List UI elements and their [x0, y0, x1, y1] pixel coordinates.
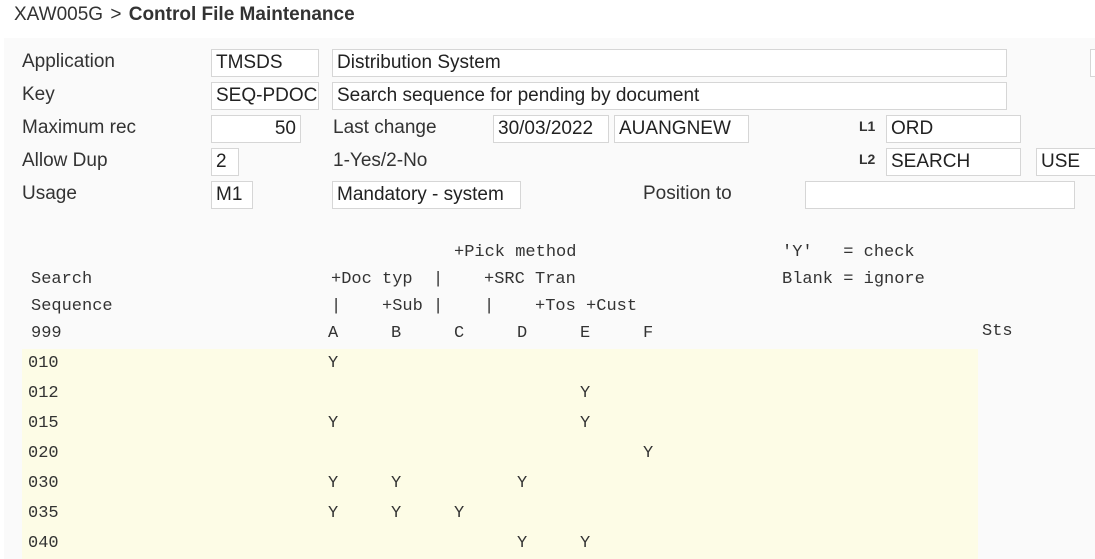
col-e-header: E [580, 324, 591, 343]
allowdup-hint: 1-Yes/2-No [333, 150, 428, 171]
application-extra-field[interactable] [1090, 49, 1095, 77]
table-row[interactable]: 035 Y Y Y [22, 499, 978, 529]
allowdup-field[interactable]: 2 [211, 148, 239, 176]
col-c-header: C [454, 324, 465, 343]
usage-label: Usage [22, 183, 77, 204]
lastchange-label: Last change [333, 117, 437, 138]
flag-cell-e[interactable]: Y [580, 529, 590, 559]
l1-field[interactable]: ORD [886, 115, 1021, 143]
page-title: Control File Maintenance [128, 4, 355, 25]
table-row[interactable]: 012 Y [22, 379, 978, 409]
table-row[interactable]: 020 Y [22, 439, 978, 469]
flag-cell-e[interactable]: Y [580, 409, 590, 439]
l2-label: L2 [859, 151, 876, 167]
search-header: Search [31, 270, 93, 289]
col-b-header: B [391, 324, 402, 343]
allowdup-label: Allow Dup [22, 150, 108, 171]
usage-desc-field[interactable]: Mandatory - system [332, 181, 521, 209]
table-row[interactable]: 015 Y Y [22, 409, 978, 439]
table-row[interactable]: 010 Y [22, 349, 978, 379]
flag-cell-d[interactable]: Y [517, 529, 527, 559]
l1-label: L1 [859, 118, 876, 134]
col-a-header: A [328, 324, 339, 343]
col-f-header: F [643, 324, 654, 343]
usage-field[interactable]: M1 [211, 181, 253, 209]
breadcrumb-separator: > [110, 4, 122, 25]
sts-header: Sts [982, 322, 1013, 341]
sequence-cell[interactable]: 010 [28, 349, 59, 379]
legend-check: 'Y' = check [782, 243, 915, 262]
sequence-cell[interactable]: 015 [28, 409, 59, 439]
application-desc-field[interactable]: Distribution System [332, 49, 1007, 77]
pick-method-header: +Pick method [454, 243, 577, 262]
position-field[interactable] [805, 181, 1075, 209]
table-row[interactable]: 030 Y Y Y [22, 469, 978, 499]
table-row[interactable]: 040 Y Y [22, 529, 978, 559]
sequence-header: Sequence [31, 297, 113, 316]
flag-cell-a[interactable]: Y [328, 349, 338, 379]
sequence-cell[interactable]: 040 [28, 529, 59, 559]
flag-cell-a[interactable]: Y [328, 469, 338, 499]
doctyp-header: +Doc typ | +SRC Tran [331, 270, 576, 289]
key-field[interactable]: SEQ-PDOC [211, 82, 319, 110]
flag-cell-e[interactable]: Y [580, 379, 590, 409]
key-label: Key [22, 84, 55, 105]
breadcrumb-program[interactable]: XAW005G [14, 4, 103, 25]
maxrec-label: Maximum rec [22, 117, 137, 138]
l2-extra-field[interactable]: USE [1036, 148, 1095, 176]
flag-cell-c[interactable]: Y [454, 499, 464, 529]
breadcrumb: XAW005G > Control File Maintenance [14, 4, 355, 26]
sequence-cell[interactable]: 020 [28, 439, 59, 469]
maxrec-field[interactable]: 50 [211, 115, 301, 143]
application-code-field[interactable]: TMSDS [211, 49, 319, 77]
flag-cell-a[interactable]: Y [328, 499, 338, 529]
l2-field[interactable]: SEARCH [886, 148, 1021, 176]
sequence-cell[interactable]: 012 [28, 379, 59, 409]
position-label: Position to [643, 183, 732, 204]
sequence-cell[interactable]: 035 [28, 499, 59, 529]
key-desc-field[interactable]: Search sequence for pending by document [332, 82, 1007, 110]
legend-ignore: Blank = ignore [782, 270, 925, 289]
application-label: Application [22, 51, 115, 72]
flag-cell-b[interactable]: Y [391, 499, 401, 529]
flag-cell-f[interactable]: Y [643, 439, 653, 469]
flag-cell-a[interactable]: Y [328, 409, 338, 439]
flag-cell-d[interactable]: Y [517, 469, 527, 499]
col-d-header: D [517, 324, 528, 343]
sequence-cell[interactable]: 030 [28, 469, 59, 499]
lastchange-user-field[interactable]: AUANGNEW [614, 115, 749, 143]
seq-999-header: 999 [31, 324, 62, 343]
sub-tos-cust-header: | +Sub | | +Tos +Cust [331, 297, 638, 316]
lastchange-date-field[interactable]: 30/03/2022 [493, 115, 609, 143]
flag-cell-b[interactable]: Y [391, 469, 401, 499]
